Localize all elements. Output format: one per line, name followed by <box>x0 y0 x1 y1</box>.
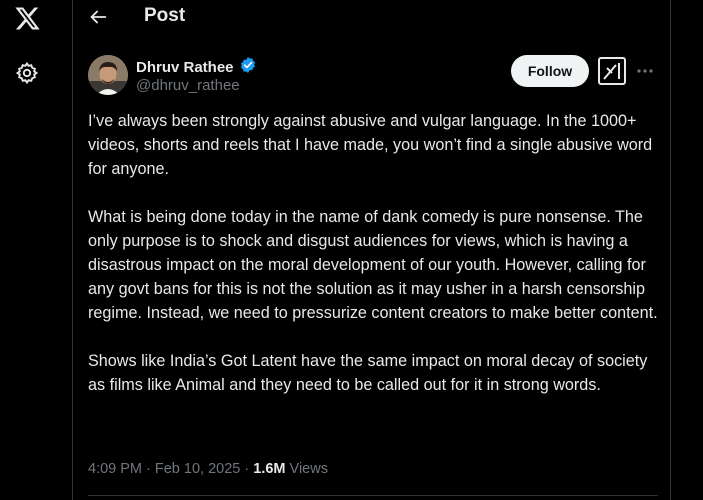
post-text: I’ve always been strongly against abusiv… <box>88 109 658 397</box>
verified-badge-icon <box>239 56 257 79</box>
author-handle[interactable]: @dhruv_rathee <box>136 77 240 94</box>
views-label: Views <box>285 461 328 477</box>
grok-icon[interactable] <box>597 56 627 86</box>
arrow-left-icon[interactable] <box>87 6 109 28</box>
gear-icon[interactable] <box>12 58 42 88</box>
x-logo-icon[interactable] <box>12 3 42 33</box>
left-rail <box>0 0 72 500</box>
post-time[interactable]: 4:09 PM <box>88 461 142 477</box>
meta-separator: · <box>142 461 155 477</box>
views-count[interactable]: 1.6M <box>253 461 285 477</box>
more-horizontal-icon[interactable] <box>633 61 657 81</box>
column-border-right <box>670 0 671 500</box>
post-paragraph: What is being done today in the name of … <box>88 208 658 322</box>
page-title: Post <box>144 5 186 26</box>
post-column: Post Dhruv Rathee @dhruv_rathee Follow I… <box>73 0 670 500</box>
divider <box>88 495 658 496</box>
meta-separator: · <box>240 461 254 477</box>
post-paragraph: Shows like India’s Got Latent have the s… <box>88 352 648 394</box>
author-name-row[interactable]: Dhruv Rathee <box>136 56 257 79</box>
post-paragraph: I’ve always been strongly against abusiv… <box>88 112 653 178</box>
post-meta: 4:09 PM · Feb 10, 2025 · 1.6M Views <box>88 461 328 477</box>
post-header: Post <box>73 0 670 34</box>
avatar[interactable] <box>88 55 128 95</box>
post-date[interactable]: Feb 10, 2025 <box>155 461 240 477</box>
author-name[interactable]: Dhruv Rathee <box>136 59 234 76</box>
follow-button[interactable]: Follow <box>511 55 589 87</box>
